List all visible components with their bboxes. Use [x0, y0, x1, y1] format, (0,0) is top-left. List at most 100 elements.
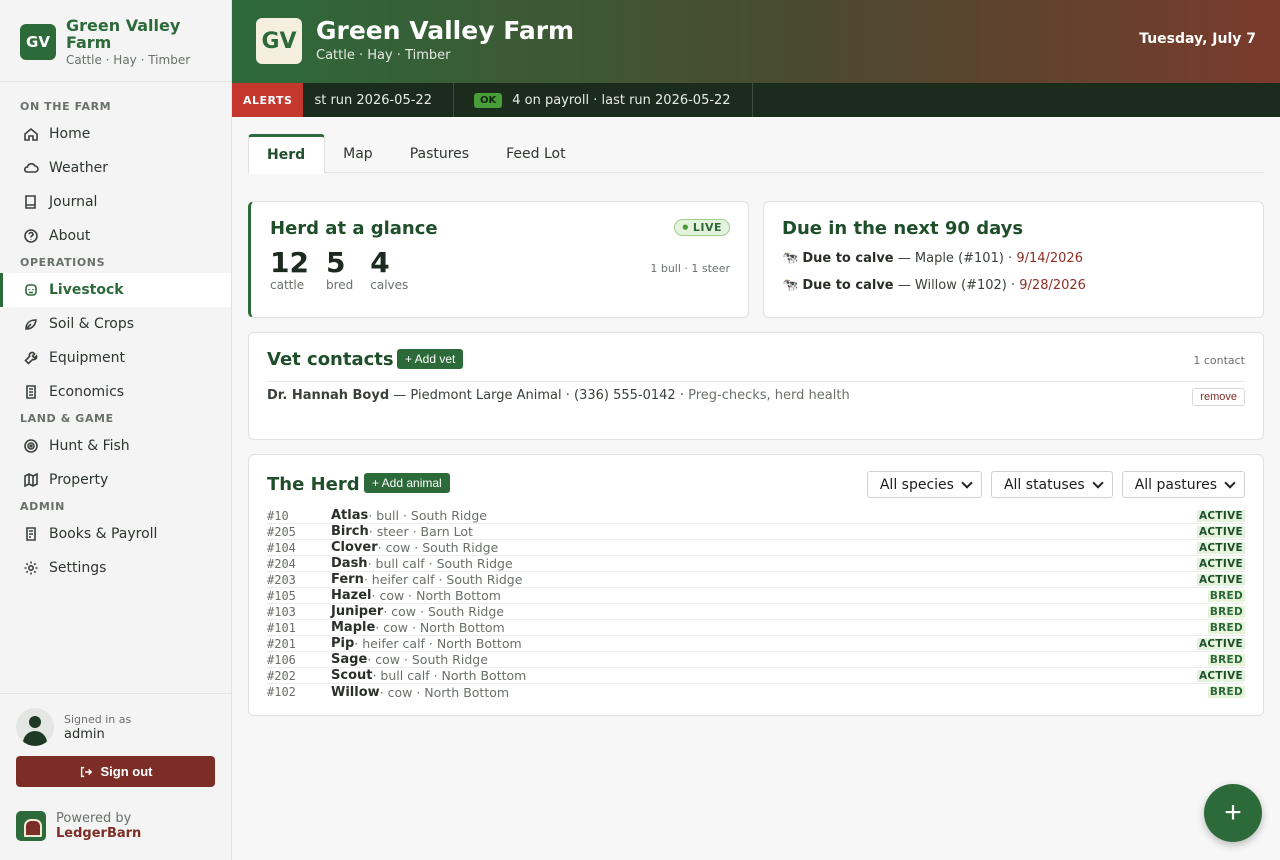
- powered-by[interactable]: Powered by LedgerBarn: [16, 811, 141, 841]
- herd-row[interactable]: #101 Maple · cow · North Bottom BRED: [267, 620, 1245, 636]
- animal-meta: · cow · North Bottom: [379, 684, 510, 700]
- card-title: Herd at a glance: [270, 218, 438, 239]
- sidebar-item-livestock[interactable]: Livestock: [0, 273, 231, 307]
- animal-id: #103: [267, 604, 296, 619]
- animal-id: #102: [267, 685, 296, 699]
- herd-row[interactable]: #202 Scout · bull calf · North Bottom ACTI…: [267, 668, 1245, 684]
- add-fab-button[interactable]: +: [1204, 784, 1262, 842]
- add-vet-button[interactable]: + Add vet: [397, 349, 464, 369]
- species-filter[interactable]: All species: [866, 471, 982, 498]
- animal-id: #204: [267, 556, 296, 571]
- status-badge: BRED: [1207, 605, 1245, 618]
- tab-bar: Herd Map Pastures Feed Lot: [248, 134, 1264, 174]
- live-badge: LIVE: [674, 219, 730, 236]
- sidebar-item-hunt-fish[interactable]: Hunt & Fish: [0, 429, 231, 463]
- animal-name: Sage: [331, 652, 368, 667]
- herd-row[interactable]: #10 Atlas · bull · South Ridge ACTIVE: [267, 508, 1245, 524]
- brand[interactable]: GV Green Valley Farm Cattle · Hay · Timb…: [0, 0, 231, 82]
- sign-out-icon: [80, 766, 92, 777]
- cow-icon: [22, 281, 40, 299]
- animal-name: Willow: [331, 684, 380, 700]
- nav-section-title: OPERATIONS: [20, 256, 106, 269]
- tab-pastures[interactable]: Pastures: [392, 134, 488, 173]
- herd-row[interactable]: #205 Birch · steer · Barn Lot ACTIVE: [267, 524, 1245, 540]
- herd-stats: 12 cattle 5 bred 4 calves: [270, 246, 408, 292]
- animal-meta: · heifer calf · South Ridge: [363, 572, 523, 587]
- animal-name: Hazel: [331, 588, 372, 603]
- glance-note: 1 bull · 1 steer: [650, 262, 730, 275]
- sidebar-item-settings[interactable]: Settings: [0, 551, 231, 585]
- divider: [267, 381, 1245, 382]
- ledger-icon: [22, 525, 40, 543]
- sidebar-item-home[interactable]: Home: [0, 117, 231, 151]
- chevron-down-icon: [961, 476, 973, 489]
- sidebar-item-property[interactable]: Property: [0, 463, 231, 497]
- animal-name: Birch: [331, 524, 369, 539]
- cow-icon: 🐄: [782, 278, 799, 293]
- herd-row[interactable]: #105 Hazel · cow · North Bottom BRED: [267, 588, 1245, 604]
- status-badge: BRED: [1207, 621, 1245, 634]
- animal-id: #106: [267, 652, 296, 667]
- herd-row[interactable]: #203 Fern · heifer calf · South Ridge ACTI…: [267, 572, 1245, 588]
- animal-id: #202: [267, 668, 296, 683]
- herd-row[interactable]: #103 Juniper · cow · South Ridge BRED: [267, 604, 1245, 620]
- animal-id: #203: [267, 572, 296, 587]
- animal-id: #101: [267, 620, 296, 635]
- herd-row[interactable]: #106 Sage · cow · South Ridge BRED: [267, 652, 1245, 668]
- alert-item[interactable]: OK 4 on payroll · last run 2026-05-22: [454, 83, 753, 117]
- user-name: admin: [64, 726, 105, 742]
- tab-herd[interactable]: Herd: [248, 134, 326, 174]
- status-badge: ACTIVE: [1197, 541, 1245, 554]
- brand-tagline: Cattle · Hay · Timber: [66, 53, 191, 67]
- status-badge: BRED: [1207, 686, 1245, 698]
- wrench-icon: [22, 349, 40, 367]
- tab-feed-lot[interactable]: Feed Lot: [488, 134, 584, 173]
- chevron-down-icon: [1224, 476, 1236, 489]
- alert-item[interactable]: st run 2026-05-22: [303, 83, 454, 117]
- help-icon: [22, 227, 40, 245]
- sidebar-item-label: Soil & Crops: [49, 316, 135, 332]
- sidebar-item-about[interactable]: About: [0, 219, 231, 253]
- document-icon: [22, 383, 40, 401]
- status-filter[interactable]: All statuses: [990, 471, 1113, 498]
- animal-meta: · cow · South Ridge: [367, 652, 488, 667]
- ok-badge: OK: [473, 92, 503, 108]
- herd-row[interactable]: #104 Clover · cow · South Ridge ACTIVE: [267, 540, 1245, 556]
- sidebar-item-label: Livestock: [49, 282, 124, 298]
- due-item: 🐄 Due to calve — Maple (#101) · 9/14/202…: [782, 251, 1083, 266]
- sidebar-item-economics[interactable]: Economics: [0, 375, 231, 409]
- brand-logo: GV: [20, 24, 56, 60]
- sidebar-item-soil-crops[interactable]: Soil & Crops: [0, 307, 231, 341]
- sidebar-item-weather[interactable]: Weather: [0, 151, 231, 185]
- card-title: Due in the next 90 days: [782, 218, 1024, 239]
- herd-list-card: The Herd + Add animal All species All st…: [248, 454, 1264, 716]
- sidebar-item-journal[interactable]: Journal: [0, 185, 231, 219]
- remove-vet-button[interactable]: remove: [1192, 388, 1245, 406]
- nav-section-title: LAND & GAME: [20, 412, 114, 425]
- herd-list: #10 Atlas · bull · South Ridge ACTIVE #205 B…: [267, 508, 1245, 700]
- sign-out-button[interactable]: Sign out: [16, 756, 215, 787]
- animal-id: #105: [267, 588, 296, 603]
- sidebar-item-label: Property: [49, 472, 109, 488]
- sidebar-item-books-payroll[interactable]: Books & Payroll: [0, 517, 231, 551]
- powered-by-label: Powered by: [56, 811, 132, 826]
- tab-map[interactable]: Map: [325, 134, 392, 173]
- herd-row[interactable]: #201 Pip · heifer calf · North Bottom ACTI…: [267, 636, 1245, 652]
- sidebar-item-equipment[interactable]: Equipment: [0, 341, 231, 375]
- pasture-filter[interactable]: All pastures: [1121, 471, 1245, 498]
- sidebar-item-label: Journal: [49, 194, 98, 210]
- animal-name: Atlas: [331, 508, 369, 523]
- sidebar-nav: ON THE FARM Home Weather Journal About OPERAT…: [0, 82, 231, 585]
- animal-id: #201: [267, 636, 296, 651]
- animal-meta: · bull · South Ridge: [368, 508, 487, 523]
- add-animal-button[interactable]: + Add animal: [364, 473, 450, 493]
- herd-row[interactable]: #204 Dash · bull calf · South Ridge ACTIVE: [267, 556, 1245, 572]
- animal-meta: · cow · North Bottom: [375, 620, 505, 635]
- status-badge: ACTIVE: [1197, 509, 1245, 522]
- animal-meta: · bull calf · North Bottom: [372, 668, 527, 683]
- nav-section-title: ON THE FARM: [20, 100, 112, 113]
- animal-name: Scout: [331, 668, 373, 683]
- herd-row[interactable]: #102 Willow · cow · North Bottom BRED: [267, 684, 1245, 700]
- animal-meta: · heifer calf · North Bottom: [354, 636, 522, 651]
- animal-meta: · cow · South Ridge: [377, 540, 499, 555]
